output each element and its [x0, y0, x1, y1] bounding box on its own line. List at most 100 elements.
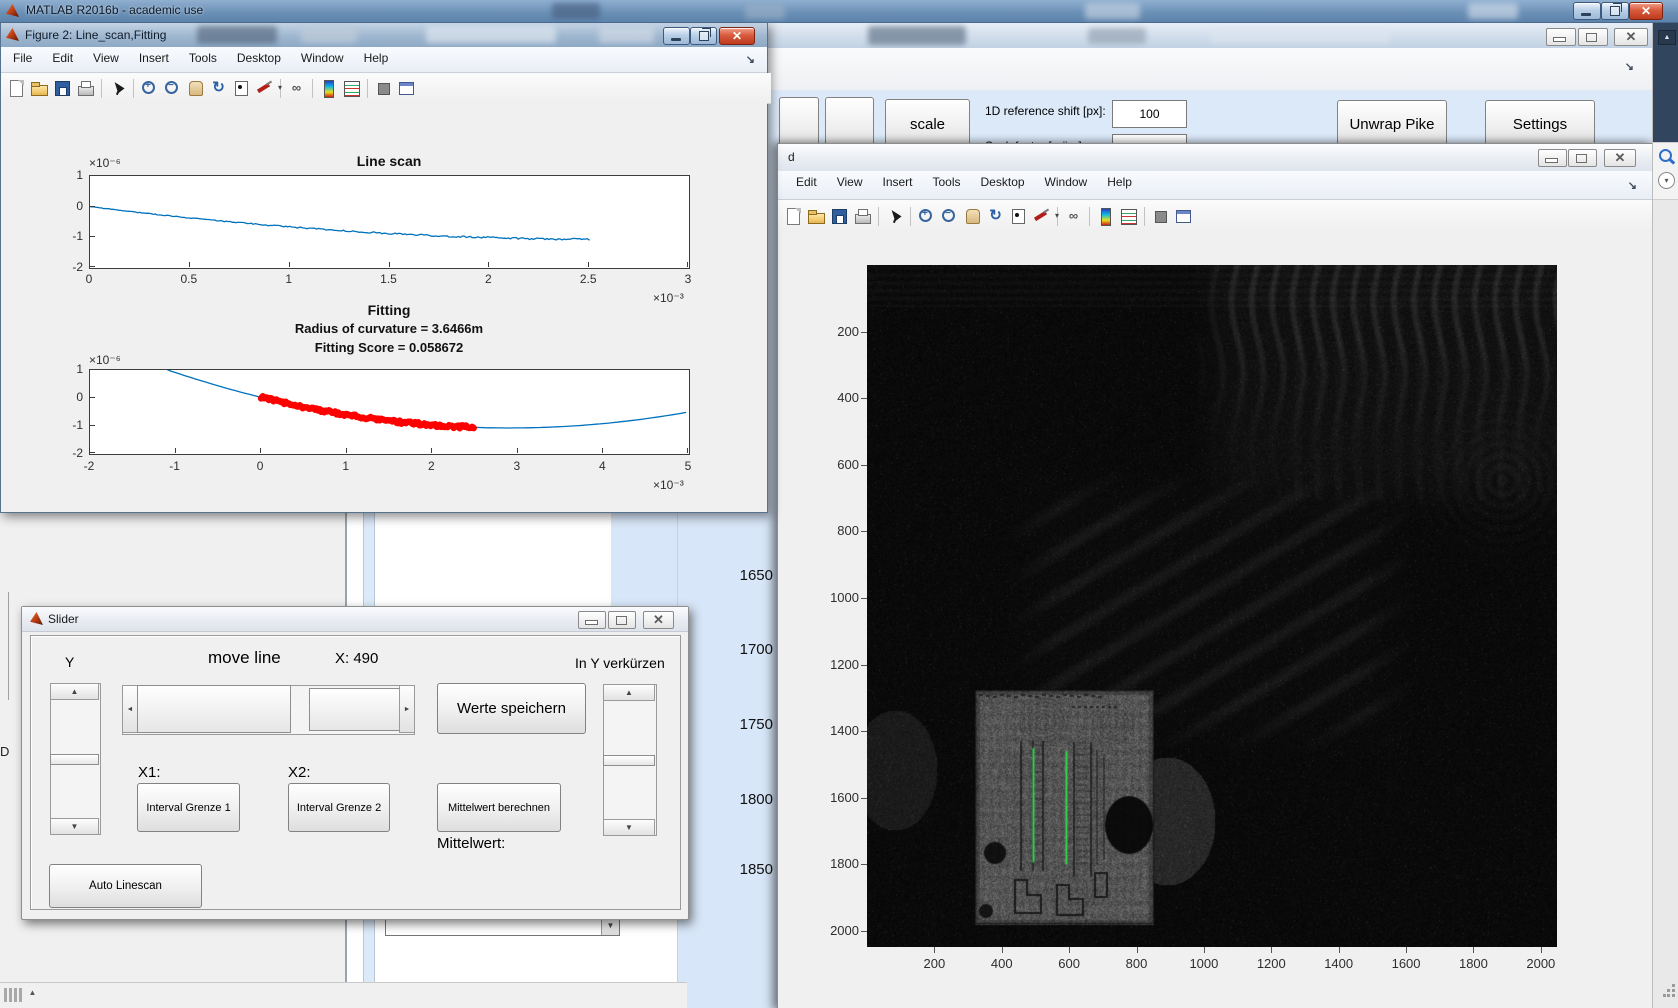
rotate3d-icon-button[interactable]: ↻	[985, 206, 1006, 227]
rotate3d-icon-button[interactable]: ↻	[208, 78, 229, 99]
figure-d-restore-button[interactable]	[1568, 149, 1597, 167]
list-item[interactable]: 1650	[740, 567, 773, 584]
open-file-icon-button[interactable]	[29, 78, 50, 99]
pan-icon-button[interactable]	[962, 206, 983, 227]
figure2-minimize-button[interactable]	[663, 27, 690, 45]
list-item[interactable]: 1750	[740, 716, 773, 733]
link-plot-icon-button[interactable]: ∞	[1063, 206, 1084, 227]
dock-arrow-icon[interactable]: ↘	[746, 53, 755, 66]
menu-item-desktop[interactable]: Desktop	[227, 47, 291, 68]
save-figure-icon-button[interactable]	[829, 206, 850, 227]
slider-titlebar[interactable]: Slider ✕	[22, 607, 688, 632]
splitter-grip-icon[interactable]: ▲	[4, 988, 38, 1007]
dock-arrow-icon[interactable]: ↘	[1628, 179, 1637, 192]
edit-cursor-icon-button[interactable]	[107, 78, 128, 99]
menu-item-view[interactable]: View	[83, 47, 129, 68]
dropdown-arrow-icon[interactable]: ▾	[1055, 211, 1059, 220]
slider-thumb[interactable]	[50, 754, 99, 765]
unwrap-pike-button[interactable]: Unwrap Pike	[1337, 100, 1447, 149]
slider-restore-button[interactable]	[608, 611, 636, 629]
show-plot-tools-icon-button[interactable]	[1173, 206, 1194, 227]
brush-icon-button[interactable]: ▾	[1031, 206, 1059, 227]
wafer-image-canvas[interactable]	[867, 265, 1557, 947]
gui-minimize-button[interactable]	[1546, 28, 1576, 46]
ref-shift-input[interactable]	[1112, 100, 1187, 128]
gui-close-button[interactable]: ✕	[1614, 28, 1648, 46]
y-slider-right[interactable]: ▲ ▼	[603, 684, 657, 836]
menu-item-tools[interactable]: Tools	[179, 47, 227, 68]
data-cursor-icon-button[interactable]	[231, 78, 252, 99]
zoom-in-icon-button[interactable]	[916, 206, 937, 227]
menu-item-insert[interactable]: Insert	[872, 171, 922, 192]
collapse-panel-icon[interactable]: ▲	[1658, 30, 1676, 45]
data-cursor-icon-button[interactable]	[1008, 206, 1029, 227]
dropdown-arrow-icon[interactable]: ▾	[278, 83, 282, 92]
figure-d-minimize-button[interactable]	[1538, 149, 1567, 167]
slider-down-arrow[interactable]: ▼	[603, 819, 655, 836]
value-listbox[interactable]: 1650 1700 1750 1800 1850	[677, 510, 778, 1008]
main-minimize-button[interactable]	[1573, 2, 1601, 20]
menu-item-insert[interactable]: Insert	[129, 47, 179, 68]
slider-up-arrow[interactable]: ▲	[603, 684, 655, 701]
slider-up-arrow[interactable]: ▲	[50, 683, 99, 700]
open-file-icon-button[interactable]	[806, 206, 827, 227]
zoom-in-icon-button[interactable]	[139, 78, 160, 99]
menu-item-edit[interactable]: Edit	[786, 171, 827, 192]
save-figure-icon-button[interactable]	[52, 78, 73, 99]
menu-item-window[interactable]: Window	[1035, 171, 1098, 192]
insert-colorbar-icon-button[interactable]	[318, 78, 339, 99]
gui-restore-button[interactable]	[1578, 28, 1608, 46]
slider-thumb[interactable]	[137, 685, 291, 733]
slider-down-arrow[interactable]: ▼	[50, 818, 99, 835]
menu-item-tools[interactable]: Tools	[923, 171, 971, 192]
list-item[interactable]: 1700	[740, 641, 773, 658]
list-item[interactable]: 1850	[740, 861, 773, 878]
print-figure-icon-button[interactable]	[852, 206, 873, 227]
list-item[interactable]: 1800	[740, 791, 773, 808]
menu-item-desktop[interactable]: Desktop	[971, 171, 1035, 192]
menu-item-window[interactable]: Window	[291, 47, 354, 68]
interval-grenze1-button[interactable]: Interval Grenze 1	[137, 783, 240, 832]
show-plot-tools-icon-button[interactable]	[396, 78, 417, 99]
menu-item-edit[interactable]: Edit	[42, 47, 83, 68]
dropdown-circle-icon[interactable]: ▾	[1658, 172, 1675, 189]
werte-speichern-button[interactable]: Werte speichern	[437, 683, 586, 734]
insert-legend-icon-button[interactable]	[1118, 206, 1139, 227]
resize-grip-icon[interactable]	[1663, 984, 1677, 998]
slider-left-arrow[interactable]: ◄	[122, 685, 138, 733]
zoom-out-icon-button[interactable]	[162, 78, 183, 99]
move-line-slider[interactable]: ◄ ►	[122, 685, 415, 735]
insert-legend-icon-button[interactable]	[341, 78, 362, 99]
figure-d-close-button[interactable]: ✕	[1604, 149, 1636, 167]
slider-thumb[interactable]	[603, 755, 655, 766]
slider-thumb-secondary[interactable]	[309, 688, 402, 731]
slider-close-button[interactable]: ✕	[643, 611, 674, 629]
insert-colorbar-icon-button[interactable]	[1095, 206, 1116, 227]
figure2-titlebar[interactable]: Figure 2: Line_scan,Fitting ✕	[1, 23, 767, 48]
print-figure-icon-button[interactable]	[75, 78, 96, 99]
mittelwert-berechnen-button[interactable]: Mittelwert berechnen	[437, 783, 561, 832]
brush-icon-button[interactable]: ▾	[254, 78, 282, 99]
main-close-button[interactable]: ✕	[1629, 2, 1663, 20]
hide-plot-tools-icon-button[interactable]	[373, 78, 394, 99]
menu-item-file[interactable]: File	[3, 47, 42, 68]
auto-linescan-button[interactable]: Auto Linescan	[49, 864, 202, 908]
zoom-out-icon-button[interactable]	[939, 206, 960, 227]
slider-minimize-button[interactable]	[578, 611, 606, 629]
menu-item-view[interactable]: View	[827, 171, 873, 192]
dock-arrow-icon[interactable]: ↘	[1625, 60, 1634, 73]
main-window-titlebar[interactable]: MATLAB R2016b - academic use ✕	[0, 0, 1678, 23]
main-restore-button[interactable]	[1601, 2, 1629, 20]
figure2-restore-button[interactable]	[690, 27, 717, 45]
menu-item-help[interactable]: Help	[1097, 171, 1142, 192]
new-figure-icon-button[interactable]	[6, 78, 27, 99]
interval-grenze2-button[interactable]: Interval Grenze 2	[288, 783, 390, 832]
edit-cursor-icon-button[interactable]	[884, 206, 905, 227]
y-slider-left[interactable]: ▲ ▼	[50, 683, 101, 835]
settings-button[interactable]: Settings	[1485, 100, 1595, 149]
new-figure-icon-button[interactable]	[783, 206, 804, 227]
pan-icon-button[interactable]	[185, 78, 206, 99]
figure-d-titlebar[interactable]: d ✕	[778, 144, 1653, 172]
plot1-axes[interactable]	[89, 175, 690, 269]
hide-plot-tools-icon-button[interactable]	[1150, 206, 1171, 227]
